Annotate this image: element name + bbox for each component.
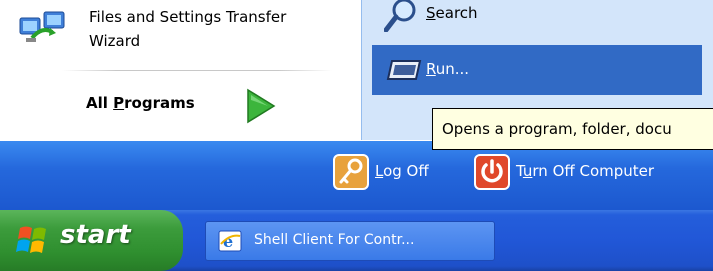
transfer-wizard-icon bbox=[18, 8, 66, 48]
turn-off-suffix: rn Off Computer bbox=[532, 162, 655, 180]
all-programs-prefix: All bbox=[86, 94, 114, 112]
windows-logo-icon bbox=[14, 224, 54, 258]
power-icon bbox=[474, 154, 510, 190]
search-accel: S bbox=[426, 4, 436, 22]
log-off-button[interactable]: Log Off bbox=[333, 150, 463, 194]
tooltip-text: Opens a program, folder, docu bbox=[442, 120, 672, 138]
log-off-accel: L bbox=[375, 162, 384, 180]
log-off-suffix: og Off bbox=[383, 162, 429, 180]
run-icon bbox=[386, 57, 422, 83]
taskbar-button-label: Shell Client For Contr... bbox=[254, 232, 415, 248]
start-button[interactable]: start bbox=[0, 210, 183, 271]
turn-off-accel: u bbox=[522, 162, 533, 180]
files-settings-transfer-wizard-item[interactable]: Files and Settings Transfer Wizard bbox=[14, 0, 354, 60]
run-accel: R bbox=[426, 60, 436, 78]
taskbar-button[interactable]: e Shell Client For Contr... bbox=[205, 221, 495, 261]
all-programs-suffix: rograms bbox=[124, 94, 195, 112]
all-programs-label: All Programs bbox=[86, 94, 195, 112]
turn-off-computer-label: Turn Off Computer bbox=[516, 162, 654, 180]
turn-off-prefix: T bbox=[516, 162, 523, 180]
green-arrow-icon bbox=[244, 88, 276, 124]
menu-separator bbox=[62, 70, 332, 71]
turn-off-computer-button[interactable]: Turn Off Computer bbox=[474, 150, 713, 194]
start-label: start bbox=[60, 220, 131, 250]
ie-icon: e bbox=[218, 230, 242, 252]
all-programs-button[interactable]: All Programs bbox=[60, 80, 300, 130]
search-icon bbox=[383, 0, 420, 33]
search-menu-item[interactable]: Search bbox=[372, 0, 702, 34]
key-icon bbox=[333, 154, 369, 190]
search-label: Search bbox=[426, 4, 478, 22]
wizard-label-line1: Files and Settings Transfer bbox=[89, 8, 287, 26]
run-label: Run... bbox=[426, 60, 469, 78]
run-tooltip: Opens a program, folder, docu bbox=[432, 108, 713, 150]
all-programs-accel: P bbox=[113, 94, 125, 112]
files-settings-transfer-wizard-label: Files and Settings Transfer Wizard bbox=[89, 5, 359, 53]
run-suffix: un... bbox=[435, 60, 470, 78]
search-suffix: earch bbox=[435, 4, 478, 22]
log-off-label: Log Off bbox=[375, 162, 429, 180]
wizard-label-line2: Wizard bbox=[89, 32, 141, 50]
run-menu-item[interactable]: Run... bbox=[372, 45, 702, 95]
